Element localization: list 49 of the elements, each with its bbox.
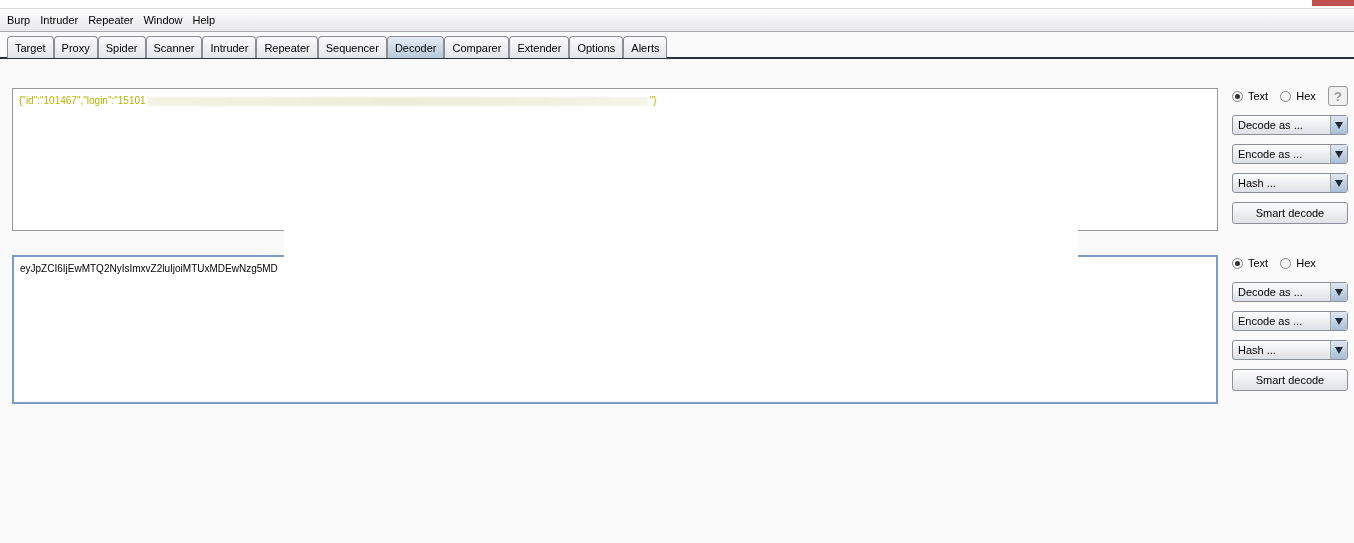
radio-button[interactable]: Text — [1232, 90, 1269, 102]
text-area[interactable]: eyJpZCI6IjEwMTQ2NyIsImxvZ2luIjoiMTUxMDEwNzg5MD — [12, 255, 1218, 404]
tab[interactable]: Decoder — [386, 36, 445, 58]
menu-item[interactable]: Repeater — [88, 14, 134, 26]
menu-item[interactable]: Burp — [7, 14, 31, 26]
dropdown[interactable]: Hash ... — [1232, 173, 1348, 193]
tab[interactable]: Spider — [97, 36, 146, 58]
dropdown[interactable]: Hash ... — [1232, 340, 1348, 360]
radio-button[interactable]: Text — [1232, 257, 1269, 269]
radio-button[interactable]: Hex — [1280, 257, 1316, 269]
dropdown-label: Hash ... — [1237, 176, 1277, 191]
tab[interactable]: Sequencer — [317, 36, 387, 58]
dropdown[interactable]: Decode as ... — [1232, 282, 1348, 302]
dropdown[interactable]: Encode as ... — [1232, 311, 1348, 331]
dropdown[interactable]: Decode as ... — [1232, 115, 1348, 135]
text-content: "} — [649, 95, 657, 106]
smart-decode-button[interactable]: Smart decode — [1232, 202, 1348, 224]
smart-decode-button[interactable]: Smart decode — [1232, 369, 1348, 391]
dropdown-label: Encode as ... — [1237, 314, 1304, 329]
caret-icon — [1335, 317, 1343, 325]
radio-button[interactable]: Hex — [1280, 90, 1316, 102]
dropdown-label: Hash ... — [1237, 343, 1277, 358]
dropdown[interactable]: Encode as ... — [1232, 144, 1348, 164]
tab[interactable]: Scanner — [145, 36, 203, 58]
radio-label: Text — [1248, 90, 1269, 102]
tab[interactable]: Target — [7, 36, 54, 58]
dropdown-label: Decode as ... — [1237, 118, 1304, 133]
radio-label: Hex — [1296, 90, 1316, 102]
tab[interactable]: Extender — [509, 36, 570, 58]
caret-icon — [1335, 179, 1343, 187]
tab[interactable]: Comparer — [444, 36, 510, 58]
tab[interactable]: Alerts — [623, 36, 668, 58]
caret-icon — [1335, 346, 1343, 354]
menu-item[interactable]: Intruder — [40, 14, 79, 26]
radio-label: Hex — [1296, 257, 1316, 269]
dropdown-label: Encode as ... — [1237, 147, 1304, 162]
caret-icon — [1335, 288, 1343, 296]
caret-icon — [1335, 150, 1343, 158]
tab[interactable]: Options — [569, 36, 624, 58]
tab[interactable]: Intruder — [202, 36, 257, 58]
menu-item[interactable]: Window — [143, 14, 183, 26]
dropdown-label: Decode as ... — [1237, 285, 1304, 300]
caret-icon — [1335, 121, 1343, 129]
text-content: eyJpZCI6IjEwMTQ2NyIsImxvZ2luIjoiMTUxMDEwNzg5MD — [20, 263, 278, 274]
radio-label: Text — [1248, 257, 1269, 269]
tab[interactable]: Repeater — [256, 36, 318, 58]
text-content: {"id":"101467","login":"15101 — [19, 95, 146, 106]
tab[interactable]: Proxy — [53, 36, 98, 58]
menu-item[interactable]: Help — [192, 14, 216, 26]
